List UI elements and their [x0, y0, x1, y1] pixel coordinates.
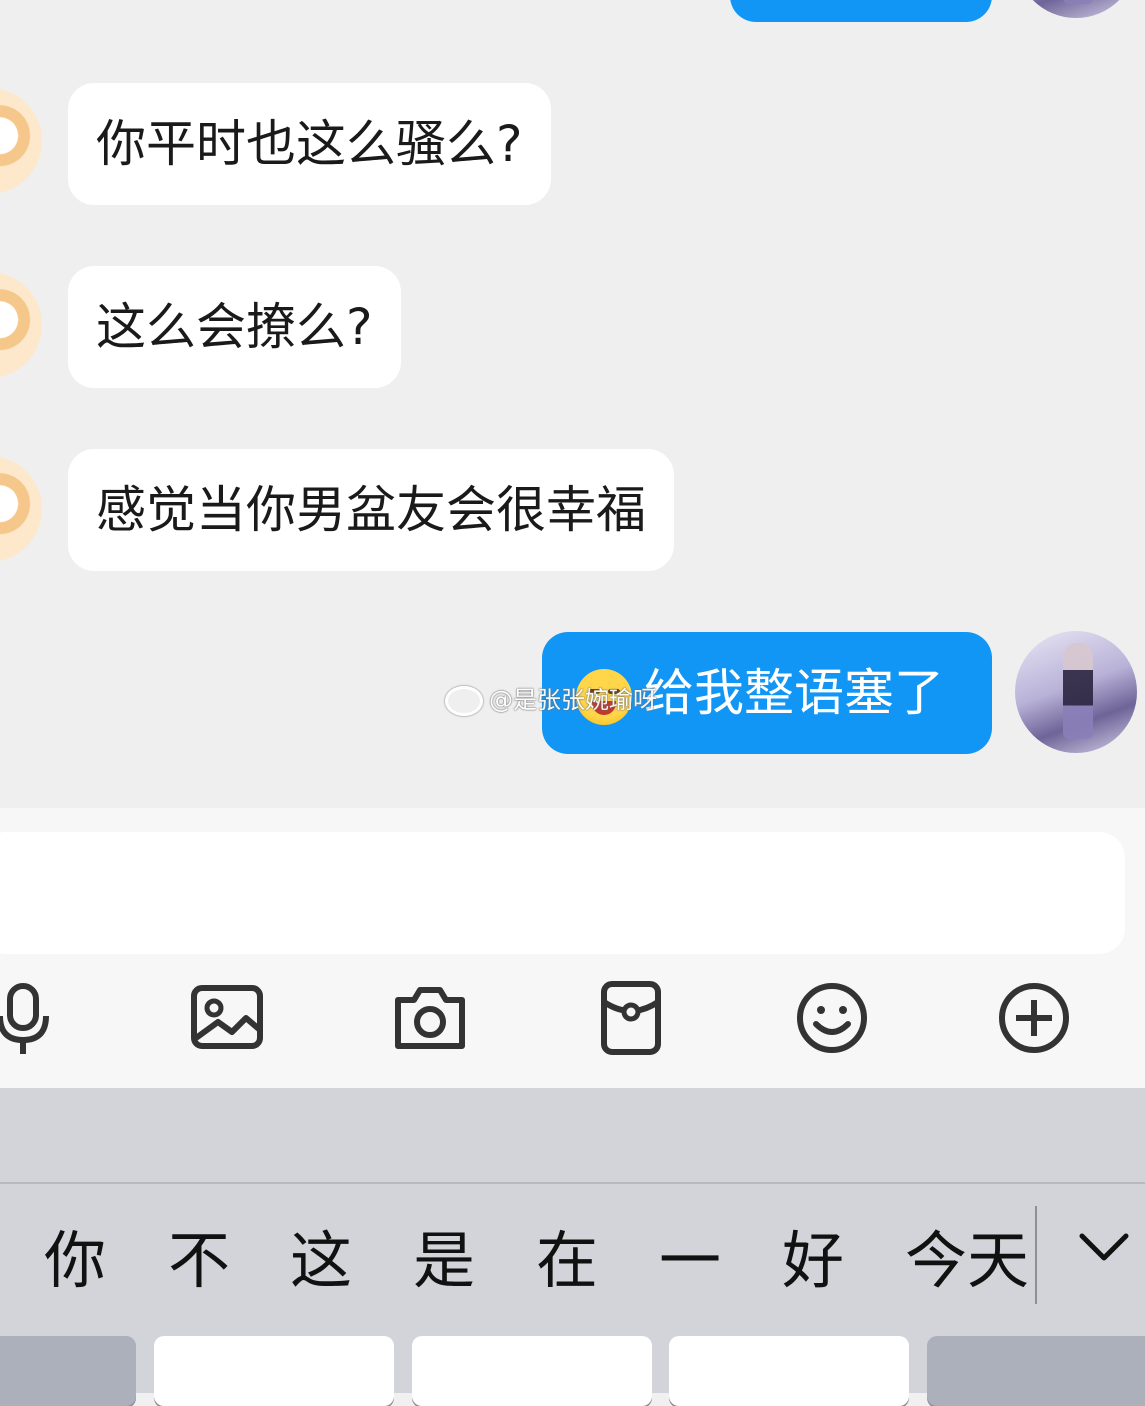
candidate-word[interactable]: 你 [44, 1218, 106, 1304]
candidate-word[interactable]: 一 [659, 1218, 721, 1304]
my-avatar[interactable] [1015, 631, 1137, 753]
candidate-word[interactable]: 这 [290, 1218, 352, 1304]
my-avatar[interactable] [1015, 0, 1137, 18]
weibo-logo-icon [445, 686, 483, 716]
message-bubble-incoming[interactable]: 感觉当你男盆友会很幸福 [68, 449, 674, 571]
candidate-word[interactable]: 不 [168, 1218, 230, 1304]
message-bubble-incoming[interactable]: 这么会撩么? [68, 266, 401, 388]
keyboard-key[interactable] [927, 1336, 1145, 1406]
camera-icon[interactable] [390, 978, 470, 1058]
emoji-icon[interactable] [794, 978, 874, 1058]
candidate-word[interactable]: 今天 [905, 1218, 1029, 1304]
contact-avatar[interactable] [0, 88, 42, 194]
message-input[interactable] [0, 832, 1125, 954]
chevron-down-icon[interactable] [1074, 1228, 1134, 1268]
keyboard-key[interactable] [154, 1336, 394, 1406]
watermark-text: @是张张婉瑜呀 [489, 686, 657, 714]
keyboard-key[interactable] [0, 1336, 136, 1406]
keyboard-key[interactable] [669, 1336, 909, 1406]
keyboard-divider [0, 1182, 1145, 1184]
watermark: @是张张婉瑜呀 [445, 680, 657, 716]
keyboard-key[interactable] [412, 1336, 652, 1406]
keyboard: 你 不 这 是 在 一 好 今天 [0, 1088, 1145, 1406]
candidate-word[interactable]: 是 [413, 1218, 475, 1304]
message-bubble-outgoing-partial[interactable] [730, 0, 992, 22]
red-packet-icon[interactable] [592, 978, 672, 1058]
add-icon[interactable] [996, 978, 1076, 1058]
contact-avatar[interactable] [0, 456, 42, 562]
microphone-icon[interactable] [0, 978, 66, 1058]
candidate-separator [1035, 1206, 1037, 1304]
chat-area[interactable]: 你平时也这么骚么? 这么会撩么? 感觉当你男盆友会很幸福 给我整语塞了 @是张张… [0, 0, 1145, 808]
candidate-word[interactable]: 在 [536, 1218, 598, 1304]
message-bubble-incoming[interactable]: 你平时也这么骚么? [68, 83, 551, 205]
input-bar [0, 808, 1145, 1088]
contact-avatar[interactable] [0, 272, 42, 378]
image-icon[interactable] [188, 978, 268, 1058]
message-text: 给我整语塞了 [644, 664, 944, 722]
candidate-word[interactable]: 好 [782, 1218, 844, 1304]
